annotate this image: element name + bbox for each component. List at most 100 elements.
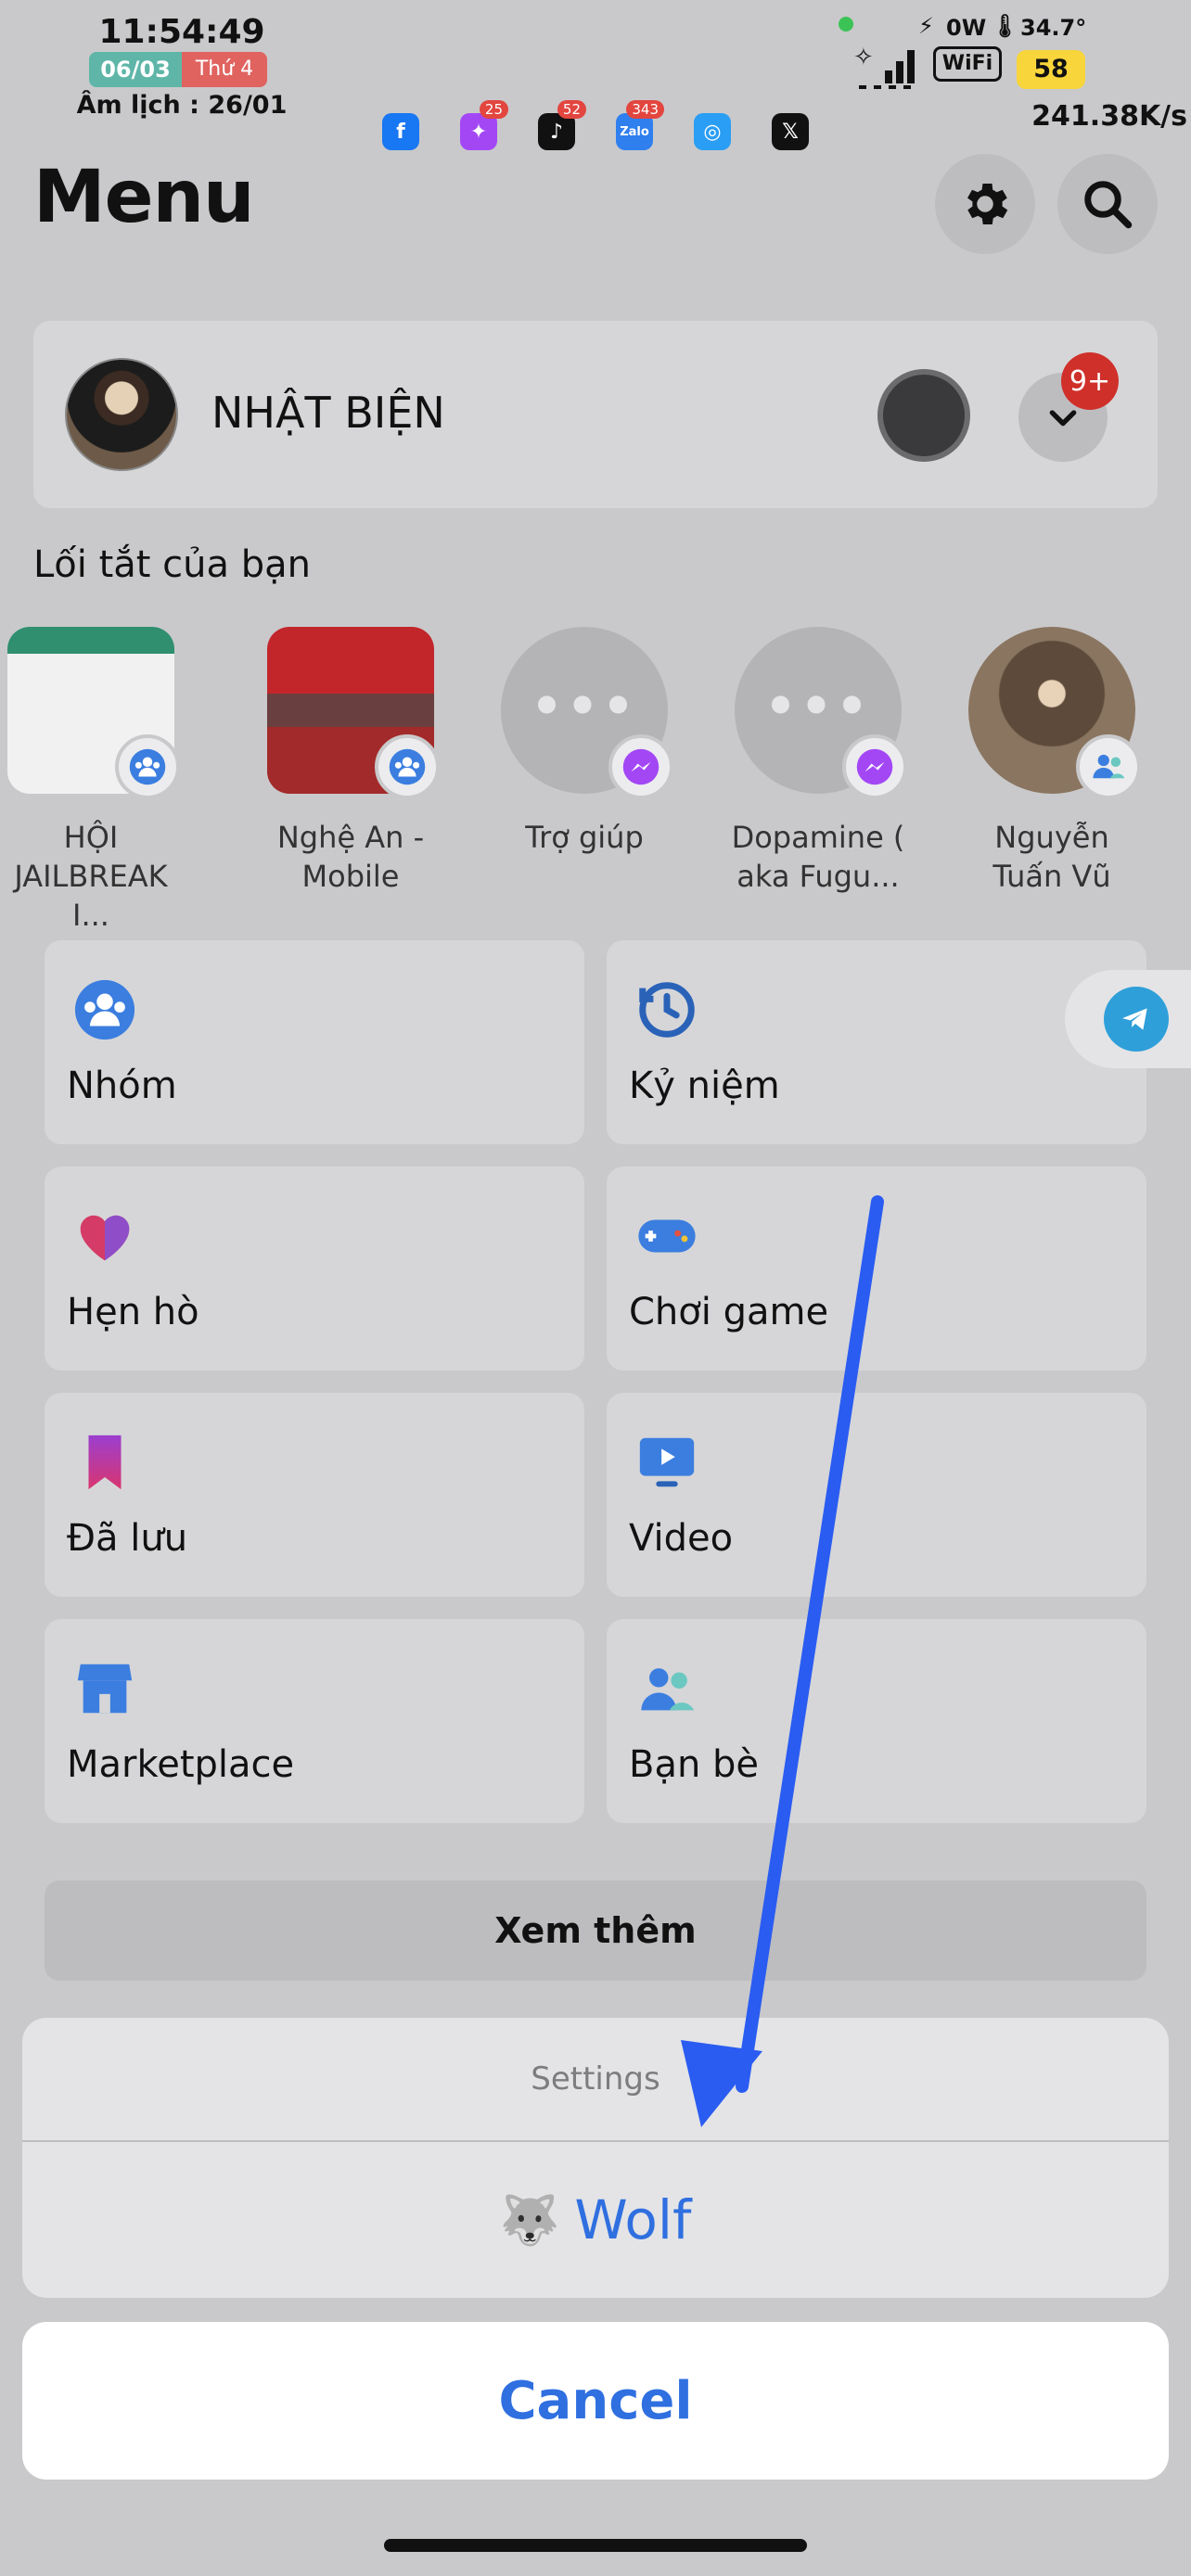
wolf-action-label: Wolf	[574, 2188, 692, 2251]
chat-bubble-icon: •••	[764, 677, 872, 735]
tiktok-icon: ♪ 52	[538, 100, 586, 150]
tile-dating[interactable]: Hẹn hò	[45, 1167, 584, 1371]
switch-profile-avatar[interactable]	[877, 369, 970, 462]
mic-indicator-icon	[839, 17, 853, 32]
facebook-glyph: f	[396, 120, 405, 144]
group-cover-image	[7, 627, 180, 799]
tile-gaming[interactable]: Chơi game	[607, 1167, 1146, 1371]
thermometer-icon: 🌡	[991, 13, 1019, 39]
page-title: Menu	[33, 156, 255, 239]
tile-groups[interactable]: Nhóm	[45, 940, 584, 1144]
friends-icon	[1093, 754, 1125, 779]
shortcut-label: Dopamine ( aka Fugu...	[731, 820, 905, 894]
weekday-badge: Thứ 4	[182, 52, 267, 87]
power-readout: 0W	[946, 15, 987, 41]
group-badge	[115, 734, 180, 799]
shortcut-item[interactable]: Nghệ An - Mobile	[258, 627, 443, 896]
messenger-icon: ✦ 25	[460, 100, 508, 150]
action-sheet-title: Settings	[531, 2060, 660, 2098]
svg-text:✧: ✧	[853, 44, 874, 71]
tile-label: Bạn bè	[629, 1743, 760, 1786]
messenger-icon	[856, 748, 893, 785]
chat-bubble-icon: •••	[531, 677, 638, 735]
charging-icon: ⚡	[918, 13, 934, 39]
telegram-icon	[1104, 987, 1169, 1052]
wolf-icon: 🐺	[499, 2192, 560, 2249]
shortcut-item[interactable]: ••• Trợ giúp	[492, 627, 677, 857]
shortcut-label: Nguyễn Tuấn Vũ	[992, 820, 1111, 894]
messenger-glyph: ✦	[469, 120, 488, 144]
battery-level: 58	[1017, 50, 1085, 89]
dating-icon	[72, 1204, 137, 1269]
action-sheet: Settings 🐺 Wolf	[22, 2018, 1169, 2298]
video-icon	[634, 1430, 699, 1495]
home-indicator	[384, 2539, 807, 2552]
notification-count: 52	[557, 100, 586, 119]
wolf-action-button[interactable]: 🐺 Wolf	[22, 2142, 1169, 2298]
safari-icon: ◎	[694, 113, 731, 150]
avatar[interactable]	[65, 358, 178, 471]
groups-icon	[72, 977, 137, 1042]
friends-icon	[634, 1656, 699, 1721]
zalo-icon: Zalo 343	[616, 100, 664, 150]
group-cover-image	[267, 627, 440, 799]
tile-marketplace[interactable]: Marketplace	[45, 1619, 584, 1823]
notification-badge: 9+	[1061, 352, 1119, 410]
safari-glyph: ◎	[703, 120, 722, 144]
chat-placeholder-image: •••	[735, 627, 907, 799]
tile-label: Đã lưu	[67, 1517, 188, 1560]
x-icon: 𝕏	[772, 113, 809, 150]
temperature-readout: 34.7°	[1020, 15, 1087, 41]
facebook-icon: f	[382, 113, 419, 150]
notification-count: 25	[479, 100, 508, 119]
shortcut-item[interactable]: ••• Dopamine ( aka Fugu...	[725, 627, 911, 896]
cellular-signal-icon: ✧	[853, 37, 920, 89]
shortcut-label: HỘI JAILBREAK I...	[14, 820, 168, 933]
tile-memories[interactable]: Kỷ niệm	[607, 940, 1146, 1144]
friend-badge	[1076, 734, 1141, 799]
profile-name[interactable]: NHẬT BIỆN	[211, 388, 445, 438]
marketplace-icon	[72, 1656, 137, 1721]
status-clock: 11:54:49	[98, 13, 265, 51]
settings-button[interactable]	[935, 154, 1035, 254]
cancel-button[interactable]: Cancel	[22, 2322, 1169, 2480]
friend-avatar	[968, 627, 1141, 799]
tile-label: Nhóm	[67, 1065, 177, 1107]
messenger-badge	[842, 734, 907, 799]
notification-count: 343	[626, 100, 664, 119]
memories-icon	[634, 977, 699, 1042]
telegram-floating-button[interactable]	[1065, 970, 1191, 1068]
group-badge	[375, 734, 440, 799]
messenger-badge	[608, 734, 673, 799]
see-more-button[interactable]: Xem thêm	[45, 1881, 1146, 1981]
search-button[interactable]	[1057, 154, 1158, 254]
tile-label: Chơi game	[629, 1291, 829, 1333]
search-icon	[1084, 181, 1133, 229]
shortcut-item[interactable]: Nguyễn Tuấn Vũ	[959, 627, 1145, 896]
tile-label: Hẹn hò	[67, 1291, 199, 1333]
gaming-icon	[634, 1204, 699, 1269]
messenger-icon	[622, 748, 660, 785]
shortcut-label: Nghệ An - Mobile	[276, 820, 425, 894]
x-glyph: 𝕏	[782, 120, 799, 144]
tile-label: Marketplace	[67, 1743, 295, 1786]
tile-friends[interactable]: Bạn bè	[607, 1619, 1146, 1823]
tile-saved[interactable]: Đã lưu	[45, 1393, 584, 1597]
tile-label: Video	[629, 1517, 734, 1560]
profile-card[interactable]	[33, 321, 1158, 508]
network-speed: 241.38K/s	[1031, 100, 1187, 133]
groups-icon	[389, 748, 426, 785]
saved-icon	[72, 1430, 137, 1495]
zalo-glyph: Zalo	[620, 124, 649, 139]
shortcuts-title: Lối tắt của bạn	[33, 543, 312, 586]
wifi-indicator: WiFi	[933, 46, 1002, 82]
shortcut-label: Trợ giúp	[525, 820, 644, 855]
chat-placeholder-image: •••	[501, 627, 673, 799]
tiktok-glyph: ♪	[549, 120, 564, 144]
tile-label: Kỷ niệm	[629, 1065, 780, 1107]
shortcut-item[interactable]: HỘI JAILBREAK I...	[0, 627, 184, 935]
gear-icon	[967, 184, 1008, 224]
groups-icon	[129, 748, 166, 785]
tile-video[interactable]: Video	[607, 1393, 1146, 1597]
date-badge: 06/03	[89, 52, 182, 87]
